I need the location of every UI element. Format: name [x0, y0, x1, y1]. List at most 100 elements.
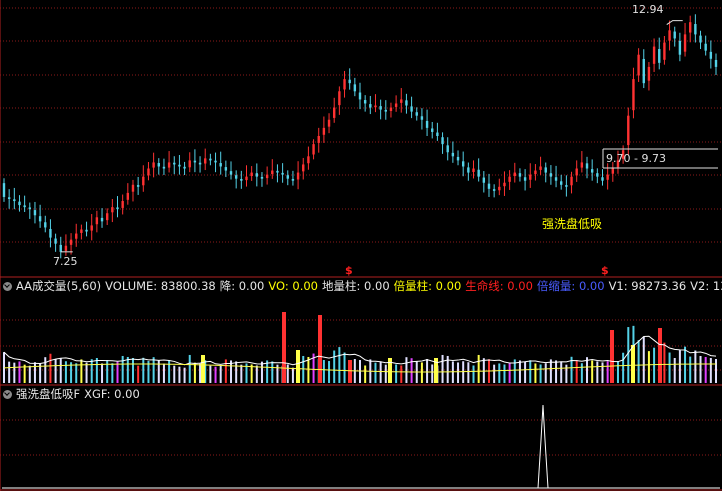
- candle-body: [59, 244, 62, 252]
- candle-body: [523, 177, 527, 181]
- volume-metric-7: V1: 98273.36: [608, 279, 687, 293]
- volume-bar: [668, 352, 671, 383]
- volume-bar: [137, 365, 140, 383]
- candle-body: [229, 171, 233, 175]
- candle-body: [204, 158, 207, 164]
- volume-bar: [653, 347, 656, 383]
- candle-body: [348, 79, 351, 84]
- volume-bar-highlight: [388, 358, 392, 383]
- candle-body: [95, 217, 99, 225]
- candle-body: [405, 100, 408, 106]
- volume-bar: [106, 360, 109, 383]
- volume-bar: [188, 354, 191, 383]
- volume-bar: [75, 363, 78, 383]
- volume-bar: [441, 354, 444, 383]
- volume-bar: [126, 356, 129, 383]
- volume-bar-highlight: [631, 345, 635, 383]
- chart-window: AA成交量(5,60) VOLUME: 83800.38 降: 0.00 VO: 0.…: [0, 0, 722, 491]
- range-label: 9.70 - 9.73: [606, 152, 666, 165]
- volume-bar: [715, 359, 717, 383]
- candle-body: [487, 183, 491, 189]
- candle-body: [472, 168, 475, 172]
- volume-bar: [90, 359, 93, 383]
- volume-bar: [80, 359, 83, 383]
- candle-body: [673, 31, 676, 39]
- candle-body: [100, 217, 104, 222]
- candle-body: [193, 160, 197, 163]
- volume-bar: [199, 363, 202, 383]
- candle-body: [85, 229, 88, 232]
- volume-bar: [622, 352, 625, 383]
- candle-body: [575, 168, 578, 176]
- volume-bar: [343, 352, 346, 383]
- volume-bar: [173, 365, 176, 383]
- volume-bar: [477, 354, 480, 383]
- candle-body: [549, 173, 553, 177]
- candle-body: [461, 161, 465, 167]
- candle-body: [296, 172, 300, 180]
- volume-bar: [8, 361, 11, 383]
- volume-bar: [616, 361, 619, 383]
- volume-indicator-name[interactable]: AA成交量(5,60): [16, 279, 101, 293]
- candle-body: [255, 173, 259, 177]
- candle-body: [28, 207, 31, 210]
- candle-body: [379, 106, 382, 110]
- candle-body: [116, 207, 119, 210]
- collapse-toggle-icon[interactable]: [3, 282, 12, 291]
- candle-body: [183, 166, 186, 169]
- volume-bar: [219, 365, 222, 383]
- volume-bar: [307, 356, 310, 383]
- collapse-toggle-icon[interactable]: [3, 390, 12, 399]
- candle-body: [585, 163, 589, 169]
- candle-body: [302, 164, 305, 172]
- candle-body: [343, 79, 346, 90]
- candle-body: [518, 173, 522, 177]
- candle-body: [683, 34, 687, 52]
- candle-body: [307, 156, 310, 164]
- volume-bar: [518, 360, 521, 383]
- candle-body: [142, 176, 145, 186]
- candle-body: [560, 181, 563, 185]
- volume-bar: [183, 367, 186, 383]
- candle-body: [482, 177, 486, 183]
- candle-body: [446, 145, 449, 153]
- signal-marker-2: $: [601, 264, 609, 277]
- volume-bar: [13, 362, 16, 383]
- volume-metric-3: 地量柱: 0.00: [322, 279, 390, 293]
- candle-body: [358, 92, 362, 100]
- candle-body: [689, 22, 692, 33]
- candle-body: [642, 58, 645, 84]
- candle-body: [276, 170, 279, 173]
- volume-metric-1: 降: 0.00: [219, 279, 265, 293]
- xgf-indicator-name[interactable]: 强洗盘低吸F: [16, 387, 80, 401]
- volume-bar: [240, 364, 243, 383]
- candle-body: [126, 192, 130, 200]
- volume-metric-6: 倍缩量: 0.00: [536, 279, 605, 293]
- volume-bar: [580, 363, 583, 383]
- volume-bar: [33, 362, 36, 383]
- candle-body: [590, 169, 594, 173]
- candle-body: [198, 162, 202, 165]
- candle-body: [219, 163, 222, 167]
- candle-body: [529, 174, 532, 180]
- volume-bar: [678, 350, 681, 383]
- volume-bar: [322, 360, 325, 383]
- candle-body: [131, 184, 135, 192]
- candle-body: [333, 107, 336, 118]
- candle-body: [363, 100, 367, 104]
- volume-bar-highlight: [282, 312, 286, 383]
- candle-body: [291, 178, 295, 181]
- candle-body: [2, 183, 6, 197]
- volume-bar: [663, 342, 666, 383]
- volume-bar: [54, 359, 57, 383]
- candle-body: [374, 105, 377, 108]
- volume-bar: [560, 361, 563, 383]
- low-price-label: 7.25: [53, 255, 78, 268]
- volume-bar: [44, 357, 47, 383]
- volume-bar: [544, 363, 547, 383]
- volume-bar: [673, 357, 676, 383]
- candle-body: [136, 185, 140, 187]
- volume-bar: [467, 362, 470, 383]
- volume-bar: [374, 362, 377, 383]
- candle-body: [322, 127, 326, 135]
